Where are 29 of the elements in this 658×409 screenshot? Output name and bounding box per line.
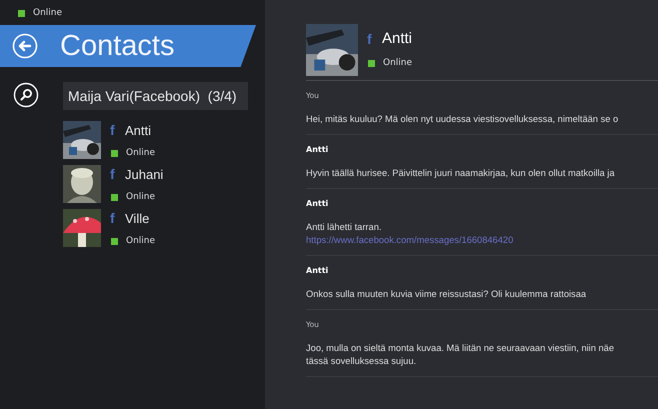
search-field[interactable]: Maija Vari(Facebook) (3/4) (63, 82, 248, 110)
message-text: Hyvin täällä hurisee. Päivittelin juuri naamakirjaa, kun olen ollut matkoilla ja (306, 167, 616, 180)
message-sender: Antti (306, 266, 330, 277)
contact-status: Online (126, 148, 156, 158)
facebook-icon: f (110, 210, 117, 226)
contact-name: Antti (382, 30, 412, 47)
contact-status: Online (383, 58, 412, 68)
message-text: Onkos sulla muuten kuvia viime reissustasi? Oli kuulemma rattoisaa (306, 288, 588, 301)
message-sender: Antti (306, 199, 330, 210)
search-icon[interactable] (13, 82, 39, 108)
contact-item[interactable]: f Juhani Online (63, 165, 248, 203)
status-text: Online (33, 8, 62, 18)
back-icon[interactable] (12, 33, 38, 59)
message-sender: Antti (306, 145, 330, 156)
contact-item[interactable]: f Antti Online (63, 121, 248, 159)
facebook-icon: f (367, 30, 374, 46)
contact-item[interactable]: f Ville Online (63, 209, 248, 247)
message-text: Hei, mitäs kuuluu? Mä olen nyt uudessa viestisovelluksessa, nimeltään se o (306, 113, 620, 126)
message-text: Antti lähetti tarran. (306, 221, 382, 234)
contact-status: Online (126, 236, 156, 246)
facebook-icon: f (110, 122, 117, 138)
facebook-icon: f (110, 166, 117, 182)
contact-name: Juhani (125, 166, 164, 182)
page-title: Contacts (60, 30, 174, 62)
message-text: Joo, mulla on sieltä monta kuvaa. Mä liitän ne seuraavaan viestiin, niin näe (306, 342, 616, 355)
message-text: tässä sovelluksessa sujuu. (306, 355, 418, 368)
contact-status: Online (126, 192, 156, 202)
contact-name: Ville (125, 210, 150, 226)
contact-name: Antti (125, 122, 152, 138)
